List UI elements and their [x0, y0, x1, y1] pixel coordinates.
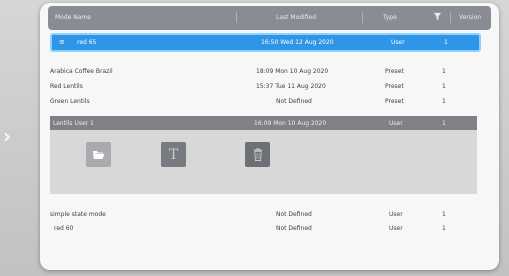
row-name: Arabica Coffee Brazil — [50, 68, 113, 75]
row-name: red 65 — [77, 39, 97, 46]
header-version[interactable]: Version — [459, 14, 481, 21]
mode-list-panel: Mode Name Last Modified Type Version ≡ r… — [40, 3, 499, 270]
table-row-expanded[interactable]: Lentils User 1 16:09 Mon 10 Aug 2020 Use… — [50, 116, 477, 130]
filter-icon[interactable] — [433, 12, 442, 21]
row-type: Preset — [385, 98, 404, 105]
mode-list: Arabica Coffee Brazil 18:09 Mon 10 Aug 2… — [50, 55, 477, 260]
table-row[interactable]: Red Lentils 15:37 Tue 11 Aug 2020 Preset… — [50, 81, 477, 92]
row-name: Green Lentils — [50, 98, 90, 105]
header-type[interactable]: Type — [383, 14, 397, 21]
row-name: simple state mode — [50, 211, 106, 218]
row-modified: 18:09 Mon 10 Aug 2020 — [256, 68, 329, 75]
trash-icon — [253, 148, 262, 161]
delete-button[interactable] — [245, 142, 270, 167]
table-row-selected[interactable]: ≡ red 65 16:50 Wed 12 Aug 2020 User 1 — [50, 33, 481, 52]
header-last-modified[interactable]: Last Modified — [276, 14, 316, 21]
row-version: 1 — [442, 225, 446, 232]
row-modified: 15:37 Tue 11 Aug 2020 — [256, 83, 326, 90]
row-name: red 60 — [54, 225, 74, 232]
row-version: 1 — [442, 98, 446, 105]
text-rename-icon: T — [168, 146, 179, 163]
row-version: 1 — [442, 211, 446, 218]
table-row[interactable]: Green Lentils Not Defined Preset 1 — [50, 96, 477, 107]
row-type: User — [389, 120, 403, 127]
table-row[interactable]: Arabica Coffee Brazil 18:09 Mon 10 Aug 2… — [50, 66, 477, 77]
row-name: Lentils User 1 — [53, 120, 94, 127]
row-modified: Not Defined — [276, 98, 312, 105]
row-type: Preset — [385, 83, 404, 90]
row-modified: Not Defined — [276, 211, 312, 218]
header-separator — [362, 12, 363, 23]
row-modified: 16:50 Wed 12 Aug 2020 — [261, 39, 334, 46]
row-name: Red Lentils — [50, 83, 83, 90]
row-type: User — [389, 211, 403, 218]
table-header: Mode Name Last Modified Type Version — [48, 6, 491, 30]
open-folder-icon — [93, 151, 105, 159]
row-version: 1 — [442, 120, 446, 127]
row-actions-bar: T — [50, 130, 477, 194]
rename-button[interactable]: T — [161, 142, 186, 167]
header-mode-name[interactable]: Mode Name — [55, 14, 91, 21]
side-arrow-icon[interactable]: › — [3, 124, 11, 148]
header-separator — [450, 12, 451, 23]
row-version: 1 — [442, 83, 446, 90]
menu-icon: ≡ — [59, 38, 65, 46]
row-modified: 16:09 Mon 10 Aug 2020 — [254, 120, 327, 127]
row-version: 1 — [444, 39, 448, 46]
table-row[interactable]: red 60 Not Defined User 1 — [50, 223, 477, 234]
header-separator — [236, 12, 237, 23]
row-type: User — [389, 225, 403, 232]
row-modified: Not Defined — [276, 225, 312, 232]
row-type: User — [391, 39, 405, 46]
table-row[interactable]: simple state mode Not Defined User 1 — [50, 209, 477, 220]
open-button[interactable] — [86, 142, 111, 167]
row-type: Preset — [385, 68, 404, 75]
row-version: 1 — [442, 68, 446, 75]
